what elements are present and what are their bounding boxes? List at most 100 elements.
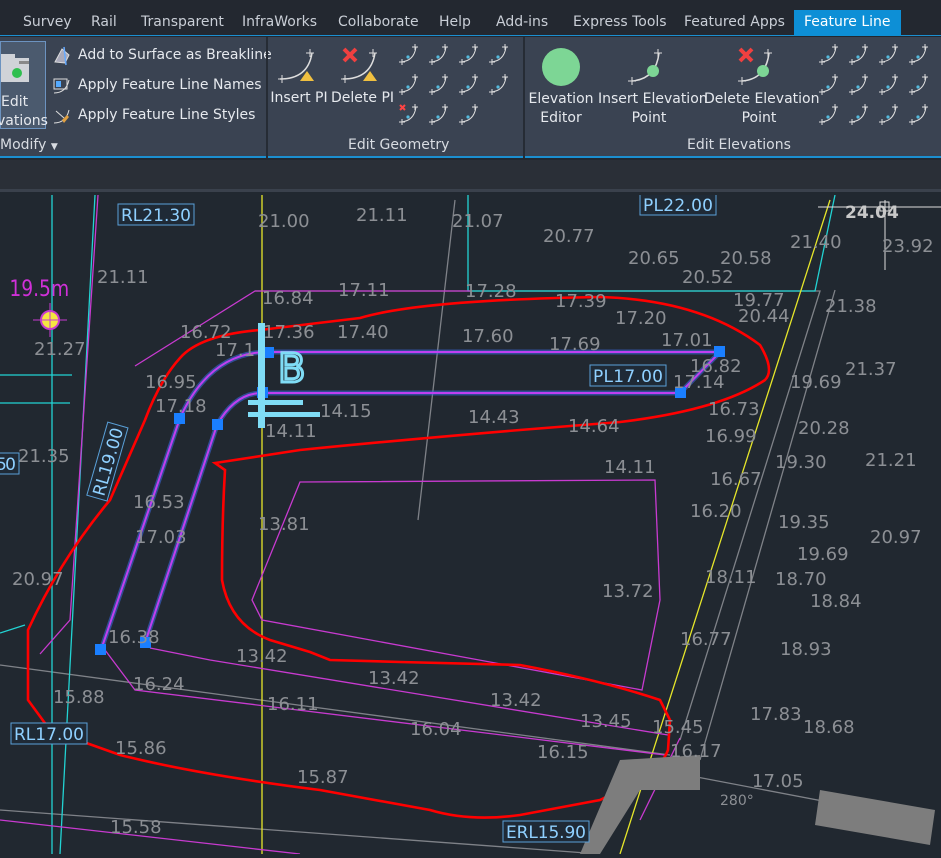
level-tag: PL17.00 bbox=[589, 364, 667, 387]
cursor-value: 24.04 bbox=[845, 203, 899, 223]
spot-level: 20.77 bbox=[543, 226, 595, 247]
spot-level: 16.95 bbox=[145, 372, 197, 393]
tab-add-ins[interactable]: Add-ins bbox=[486, 10, 558, 36]
spot-level: 21.35 bbox=[18, 446, 70, 467]
feature-line-names-icon bbox=[53, 78, 70, 94]
fillet-icon[interactable] bbox=[398, 73, 420, 95]
spot-level: 17.1 bbox=[215, 340, 255, 361]
level-tag: ERL15.90 bbox=[502, 820, 590, 843]
spot-level: 16.38 bbox=[108, 627, 160, 648]
edit-elevations-button[interactable]: Edit vations bbox=[0, 41, 48, 129]
spot-level: 16.67 bbox=[710, 469, 762, 490]
raise-lower-pi-icon[interactable] bbox=[878, 103, 900, 125]
raise-lower-reference-icon[interactable] bbox=[878, 73, 900, 95]
spot-level: 14.11 bbox=[265, 421, 317, 442]
edit-curve-icon[interactable] bbox=[428, 103, 450, 125]
spot-level: 15.58 bbox=[110, 817, 162, 838]
tab-survey[interactable]: Survey bbox=[13, 10, 82, 36]
break-icon[interactable] bbox=[398, 43, 420, 65]
join-icon[interactable] bbox=[458, 43, 480, 65]
delete-pi-icon bbox=[341, 47, 377, 83]
edit-elevations-label-1: Edit bbox=[1, 94, 29, 110]
spot-level: 21.11 bbox=[356, 205, 408, 226]
delete-pi-small-icon[interactable] bbox=[398, 103, 420, 125]
delete-elevation-point-button[interactable]: Delete Elevation Point bbox=[704, 45, 820, 129]
spot-level: 16.99 bbox=[705, 426, 757, 447]
spot-level: 15.45 bbox=[652, 717, 704, 738]
spot-level: 16.24 bbox=[133, 674, 185, 695]
spot-level: 17.60 bbox=[462, 326, 514, 347]
insert-elevation-point-button[interactable]: Insert Elevation Point bbox=[598, 45, 708, 129]
spot-level: 18.84 bbox=[810, 591, 862, 612]
trim-icon[interactable] bbox=[428, 43, 450, 65]
spot-level: 21.00 bbox=[258, 211, 310, 232]
spot-level: 17.05 bbox=[752, 771, 804, 792]
delete-elevation-label-1: Delete Elevation bbox=[704, 91, 820, 107]
insert-pi-button[interactable]: Insert PI bbox=[270, 45, 328, 111]
spot-level: 20.97 bbox=[870, 527, 922, 548]
breakline-icon bbox=[54, 46, 70, 66]
raise-lower-icon[interactable] bbox=[848, 43, 870, 65]
spot-level: 19.69 bbox=[797, 544, 849, 565]
apply-styles-button[interactable]: Apply Feature Line Styles bbox=[52, 106, 262, 128]
level-tag: RL19.00 bbox=[86, 421, 129, 502]
tab-collaborate[interactable]: Collaborate bbox=[328, 10, 429, 36]
tab-featured-apps[interactable]: Featured Apps bbox=[674, 10, 795, 36]
apply-names-button[interactable]: Apply Feature Line Names bbox=[52, 76, 262, 98]
tab-infraworks[interactable]: InfraWorks bbox=[232, 10, 327, 36]
spot-level: 19.30 bbox=[775, 452, 827, 473]
spot-level: 18.93 bbox=[780, 639, 832, 660]
spot-level: 20.52 bbox=[682, 267, 734, 288]
grade-ext-icon[interactable] bbox=[818, 103, 840, 125]
set-grade-icon[interactable] bbox=[878, 43, 900, 65]
level-tag: PL22.00 bbox=[639, 193, 717, 216]
level-tag-text: PL17.00 bbox=[593, 367, 663, 387]
insert-high-low-icon[interactable] bbox=[818, 73, 840, 95]
spot-level: 21.40 bbox=[790, 232, 842, 253]
tab-express-tools[interactable]: Express Tools bbox=[563, 10, 677, 36]
set-grade-multi-icon[interactable] bbox=[908, 43, 930, 65]
smooth-icon[interactable] bbox=[488, 73, 510, 95]
spot-level: 13.42 bbox=[490, 690, 542, 711]
delete-pi-button[interactable]: Delete PI bbox=[331, 45, 394, 111]
delete-elevation-label-2: Point bbox=[741, 110, 777, 126]
modify-title: Modify bbox=[0, 137, 47, 153]
modify-panel-title[interactable]: Modify ▼ bbox=[0, 137, 58, 153]
tab-transparent[interactable]: Transparent bbox=[131, 10, 234, 36]
spot-level: 17.83 bbox=[750, 704, 802, 725]
spot-level: 16.84 bbox=[262, 288, 314, 309]
tab-rail[interactable]: Rail bbox=[81, 10, 127, 36]
add-breakline-button[interactable]: Add to Surface as Breakline bbox=[52, 46, 272, 68]
apply-styles-label: Apply Feature Line Styles bbox=[78, 107, 256, 123]
surface-elevations-icon[interactable] bbox=[848, 103, 870, 125]
spot-level: 17.03 bbox=[135, 527, 187, 548]
edit-elevations-icon bbox=[1, 54, 29, 82]
spot-level: 16.11 bbox=[267, 694, 319, 715]
reverse-icon[interactable] bbox=[428, 73, 450, 95]
chevron-down-icon: ▼ bbox=[50, 142, 58, 152]
elevation-editor-button[interactable]: Elevation Editor bbox=[528, 45, 594, 129]
spot-level: 17.14 bbox=[673, 372, 725, 393]
fit-curve-icon[interactable] bbox=[458, 73, 480, 95]
quick-elevation-icon[interactable] bbox=[818, 43, 840, 65]
spot-level: 21.27 bbox=[34, 339, 86, 360]
spot-level: 17.69 bbox=[549, 334, 601, 355]
spot-level: 17.39 bbox=[555, 291, 607, 312]
spot-level: 20.65 bbox=[628, 248, 680, 269]
spot-level: 17.40 bbox=[337, 322, 389, 343]
spot-level: 16.20 bbox=[690, 501, 742, 522]
elevations-from-surface-icon[interactable] bbox=[848, 73, 870, 95]
level-tag-text: RL17.00 bbox=[14, 725, 84, 745]
tab-feature-line[interactable]: Feature Line bbox=[794, 10, 901, 36]
adjacent-elevations-icon[interactable] bbox=[908, 73, 930, 95]
elevations-from-corridor-icon[interactable] bbox=[908, 103, 930, 125]
tab-help[interactable]: Help bbox=[429, 10, 481, 36]
spot-level: 20.97 bbox=[12, 569, 64, 590]
stepped-offset-icon[interactable] bbox=[458, 103, 480, 125]
weed-icon[interactable] bbox=[488, 43, 510, 65]
spot-level: 23.92 bbox=[882, 236, 934, 257]
drawing-canvas[interactable]: B 19.5m 24.04 21.00 21.11 21.07 20.77 20.65 2… bbox=[0, 193, 941, 855]
ribbon-tab-bar: Survey Rail Transparent InfraWorks Collabora… bbox=[0, 0, 941, 36]
level-tag-text: PL22.00 bbox=[643, 196, 713, 216]
spot-level: 16.17 bbox=[670, 741, 722, 762]
